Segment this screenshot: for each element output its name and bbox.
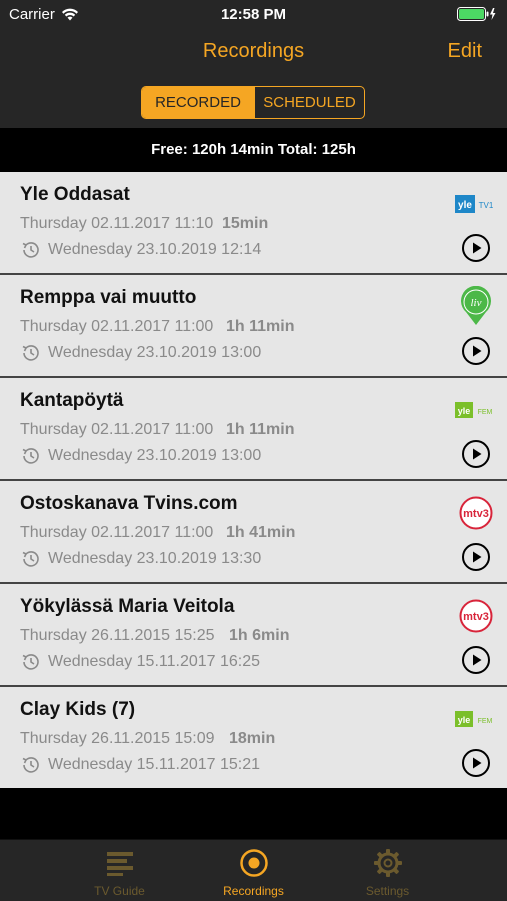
logo-liv-text: liv — [471, 297, 482, 309]
recording-duration: 15min — [222, 215, 269, 232]
logo-yle-text: yle — [458, 200, 472, 211]
recording-date: Thursday 26.11.2015 15:25 — [20, 627, 215, 644]
expiry-clock-icon — [22, 242, 39, 258]
expiry-date: Wednesday 15.11.2017 16:25 — [48, 653, 261, 670]
mtv3-logo: mtv3 — [455, 598, 497, 634]
play-button[interactable] — [461, 439, 491, 469]
battery-icon — [457, 7, 496, 21]
logo-mtv-text: mtv3 — [463, 611, 489, 623]
list-item[interactable]: Ostoskanava Tvins.com Thursday 02.11.201… — [0, 481, 507, 584]
play-button[interactable] — [461, 542, 491, 572]
recording-title: Ostoskanava Tvins.com — [20, 493, 238, 514]
expiry-clock-icon — [22, 757, 39, 773]
segmented-control: RECORDED SCHEDULED — [141, 86, 365, 119]
segment-scheduled[interactable]: SCHEDULED — [255, 87, 364, 118]
logo-tv1-text: TV1 — [479, 201, 494, 210]
record-icon — [239, 849, 268, 877]
list-item[interactable]: Kantapöytä Thursday 02.11.2017 11:00 1h … — [0, 378, 507, 481]
recording-title: Yökylässä Maria Veitola — [20, 596, 235, 617]
recording-duration: 1h 6min — [229, 627, 290, 644]
expiry-clock-icon — [22, 448, 39, 464]
play-button[interactable] — [461, 233, 491, 263]
page-title: Recordings — [202, 40, 305, 62]
logo-fem-text: FEM — [478, 718, 493, 725]
recording-duration: 18min — [229, 730, 276, 747]
recording-duration: 1h 41min — [226, 524, 296, 541]
yle-fem-logo: yle FEM — [455, 392, 497, 428]
logo-yle-text: yle — [458, 406, 471, 416]
yle-fem-logo: yle FEM — [455, 701, 497, 737]
mtv3-logo: mtv3 — [455, 495, 497, 531]
recording-expiry: Wednesday 15.11.2017 15:21 — [20, 754, 260, 776]
yle-tv1-logo: yle TV1 — [455, 186, 497, 222]
status-bar: Carrier 12:58 PM — [0, 0, 507, 28]
recording-date: Thursday 02.11.2017 11:00 — [20, 318, 214, 335]
expiry-date: Wednesday 23.10.2019 12:14 — [48, 241, 262, 258]
tab-label: Settings — [365, 884, 410, 898]
play-button[interactable] — [461, 748, 491, 778]
logo-yle-text: yle — [458, 715, 471, 725]
expiry-date: Wednesday 23.10.2019 13:00 — [48, 447, 262, 464]
recording-date: Thursday 02.11.2017 11:00 — [20, 421, 214, 438]
list-item[interactable]: Yle Oddasat Thursday 02.11.2017 11:10 15… — [0, 172, 507, 275]
list-item[interactable]: Remppa vai muutto Thursday 02.11.2017 11… — [0, 275, 507, 378]
recording-date: Thursday 02.11.2017 11:10 — [20, 215, 214, 232]
segment-recorded[interactable]: RECORDED — [142, 87, 255, 118]
recording-expiry: Wednesday 23.10.2019 13:30 — [20, 548, 261, 570]
recording-title: Kantapöytä — [20, 390, 124, 411]
recording-date: Thursday 26.11.2015 15:09 — [20, 730, 215, 747]
expiry-date: Wednesday 23.10.2019 13:00 — [48, 344, 262, 361]
gear-icon — [373, 849, 402, 877]
recording-title: Clay Kids (7) — [20, 699, 136, 720]
recording-duration: 1h 11min — [226, 421, 295, 438]
recording-expiry: Wednesday 23.10.2019 13:00 — [20, 342, 261, 364]
recording-expiry: Wednesday 15.11.2017 16:25 — [20, 651, 260, 673]
recording-expiry: Wednesday 23.10.2019 13:00 — [20, 445, 261, 467]
play-button[interactable] — [461, 645, 491, 675]
edit-button[interactable]: Edit — [448, 40, 482, 63]
list-icon — [106, 852, 133, 876]
expiry-date: Wednesday 15.11.2017 15:21 — [48, 756, 261, 773]
expiry-clock-icon — [22, 654, 39, 670]
clock-time: 12:58 PM — [220, 6, 287, 23]
navigation-bar: Recordings Edit RECORDED SCHEDULED — [0, 28, 507, 128]
expiry-clock-icon — [22, 345, 39, 361]
tab-settings[interactable]: Settings — [303, 840, 472, 901]
list-item[interactable]: Clay Kids (7) Thursday 26.11.2015 15:09 … — [0, 687, 507, 788]
expiry-clock-icon — [22, 551, 39, 567]
recording-title: Yle Oddasat — [20, 184, 130, 205]
recording-title: Remppa vai muutto — [20, 287, 197, 308]
play-button[interactable] — [461, 336, 491, 366]
logo-fem-text: FEM — [478, 409, 493, 416]
recordings-list: Yle Oddasat Thursday 02.11.2017 11:10 15… — [0, 172, 507, 788]
list-item[interactable]: Yökylässä Maria Veitola Thursday 26.11.2… — [0, 584, 507, 687]
recording-date: Thursday 02.11.2017 11:00 — [20, 524, 214, 541]
expiry-date: Wednesday 23.10.2019 13:30 — [48, 550, 262, 567]
liv-logo: liv — [455, 285, 497, 327]
storage-summary: Free: 120h 14min Total: 125h — [0, 128, 507, 171]
tab-bar: TV Guide Recordings Settings — [0, 839, 507, 901]
recording-expiry: Wednesday 23.10.2019 12:14 — [20, 239, 261, 261]
recording-duration: 1h 11min — [226, 318, 295, 335]
logo-mtv-text: mtv3 — [463, 508, 489, 520]
